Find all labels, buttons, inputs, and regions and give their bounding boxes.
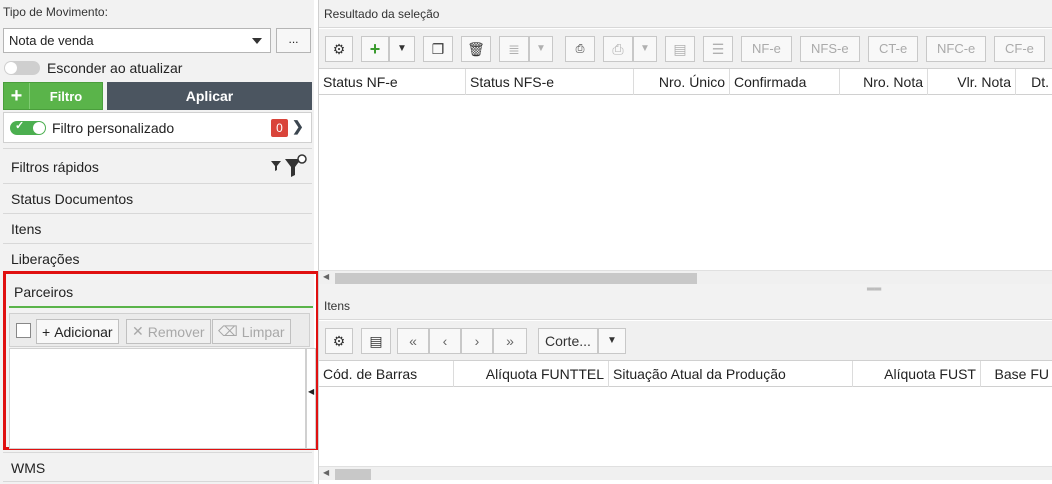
col-dt[interactable]: Dt. [1016,69,1052,95]
triangle-left-icon: ◀ [308,387,315,396]
list-dropdown-caret-icon[interactable]: ▼ [529,36,553,62]
col-base-fu[interactable]: Base FU [981,361,1052,387]
section-status-documentos[interactable]: Status Documentos [3,184,312,214]
nfce-button[interactable]: NFC-e [926,36,987,62]
next-page-icon[interactable]: › [461,328,493,354]
copy-icon[interactable]: ❐ [423,36,453,62]
col-aliquota-funttel[interactable]: Alíquota FUNTTEL [454,361,609,387]
resultado-title: Resultado da seleção [319,0,1052,28]
limpar-label: Limpar [241,323,285,340]
stack-icon[interactable]: ☰ [703,36,733,62]
parceiros-list[interactable] [9,348,306,449]
parceiros-highlight-box: Parceiros + Adicionar ✕ Remover ⌫ Limpar… [3,271,319,450]
filter-icons [271,154,307,177]
col-cod-barras[interactable]: Cód. de Barras [319,361,454,387]
resultado-grid-header: Status NF-e Status NFS-e Nro. Único Conf… [319,69,1052,95]
cfe-button[interactable]: CF-e [994,36,1045,62]
filtro-personalizado-row: Filtro personalizado 0 ❯ [3,112,312,143]
col-confirmada[interactable]: Confirmada [730,69,840,95]
last-page-icon[interactable]: » [493,328,527,354]
itens-hscrollbar[interactable]: ◀ [319,466,1052,480]
nfe-button[interactable]: NF-e [741,36,792,62]
panel-splitter[interactable]: ══ [319,284,1052,295]
adicionar-button[interactable]: + Adicionar [36,319,119,344]
tipo-movimento-label: Tipo de Movimento: [3,5,108,19]
itens-title: Itens [319,292,1052,320]
results-panel: Resultado da seleção ⚙ + ▼ ❐ 🗑 ≣ ▼ ⎙ ⎙ ▼… [318,0,1052,484]
section-itens[interactable]: Itens [3,214,312,244]
add-dropdown-caret-icon[interactable]: ▼ [389,36,415,62]
filtro-personalizado-label: Filtro personalizado [52,120,175,136]
remover-button[interactable]: ✕ Remover [126,319,211,344]
pdf-icon[interactable]: ⎙ [565,36,595,62]
esconder-label: Esconder ao atualizar [47,60,183,76]
limpar-button[interactable]: ⌫ Limpar [212,319,291,344]
scroll-thumb[interactable] [335,469,371,480]
filtros-rapidos-label: Filtros rápidos [11,159,99,175]
nfse-button[interactable]: NFS-e [800,36,860,62]
itens-toolbar: ⚙ ▤ « ‹ › » Corte... ▼ [319,321,1052,361]
corte-dropdown[interactable]: Corte... [538,328,598,354]
scroll-left-icon[interactable]: ◀ [323,272,329,281]
remover-label: Remover [147,323,205,340]
tipo-movimento-select[interactable]: Nota de venda [3,28,271,53]
scroll-left-icon[interactable]: ◀ [323,468,329,477]
cte-button[interactable]: CT-e [868,36,919,62]
resultado-hscrollbar[interactable]: ◀ [319,270,1052,284]
col-nro-nota[interactable]: Nro. Nota [840,69,928,95]
plus-icon: + [42,323,51,340]
col-vlr-nota[interactable]: Vlr. Nota [928,69,1016,95]
col-status-nfe[interactable]: Status NF-e [319,69,466,95]
close-icon: ✕ [132,323,144,339]
parceiros-toolbar: + Adicionar ✕ Remover ⌫ Limpar [9,313,310,347]
filtro-button[interactable]: + Filtro [3,82,103,110]
print-icon[interactable]: ⎙ [603,36,633,62]
trash-icon[interactable]: 🗑 [461,36,491,62]
filtro-count-badge: 0 [271,119,288,137]
filter-panel: Tipo de Movimento: Nota de venda ... Esc… [0,0,319,484]
adicionar-label: Adicionar [54,323,113,340]
tipo-movimento-lookup-button[interactable]: ... [276,28,311,53]
list-icon[interactable]: ≣ [499,36,529,62]
esconder-toggle[interactable] [4,61,40,75]
filtro-personalizado-toggle[interactable] [10,119,46,135]
filtros-rapidos-header: Filtros rápidos [3,148,312,184]
chevron-down-icon[interactable]: ❯ [292,118,304,135]
backspace-icon: ⌫ [218,323,238,339]
filtro-button-label: Filtro [49,88,83,104]
add-icon[interactable]: + [361,36,389,62]
gear-icon[interactable]: ⚙ [325,328,353,354]
plus-icon: + [4,83,30,109]
aplicar-button[interactable]: Aplicar [107,82,312,110]
col-situacao-producao[interactable]: Situação Atual da Produção [609,361,853,387]
section-liberacoes[interactable]: Liberações [3,244,312,274]
gear-icon[interactable]: ⚙ [325,36,353,62]
section-parceiros[interactable]: Parceiros [9,277,313,308]
tipo-movimento-value: Nota de venda [9,33,94,48]
list-icon[interactable]: ▤ [361,328,391,354]
caret-down-icon [252,38,262,44]
first-page-icon[interactable]: « [397,328,429,354]
col-aliquota-fust[interactable]: Alíquota FUST [853,361,981,387]
prev-page-icon[interactable]: ‹ [429,328,461,354]
col-nro-unico[interactable]: Nro. Único [634,69,730,95]
collapse-side-handle[interactable]: ◀ [306,348,316,449]
itens-grid-header: Cód. de Barras Alíquota FUNTTEL Situação… [319,361,1052,387]
section-wms[interactable]: WMS [3,452,312,482]
corte-caret-icon[interactable]: ▼ [598,328,626,354]
scroll-thumb[interactable] [335,273,697,284]
resultado-toolbar: ⚙ + ▼ ❐ 🗑 ≣ ▼ ⎙ ⎙ ▼ ▤ ☰ NF-e NFS-e CT-e … [319,29,1052,69]
print-dropdown-caret-icon[interactable]: ▼ [633,36,657,62]
select-all-checkbox[interactable] [16,323,31,338]
col-status-nfse[interactable]: Status NFS-e [466,69,634,95]
document-icon[interactable]: ▤ [665,36,695,62]
